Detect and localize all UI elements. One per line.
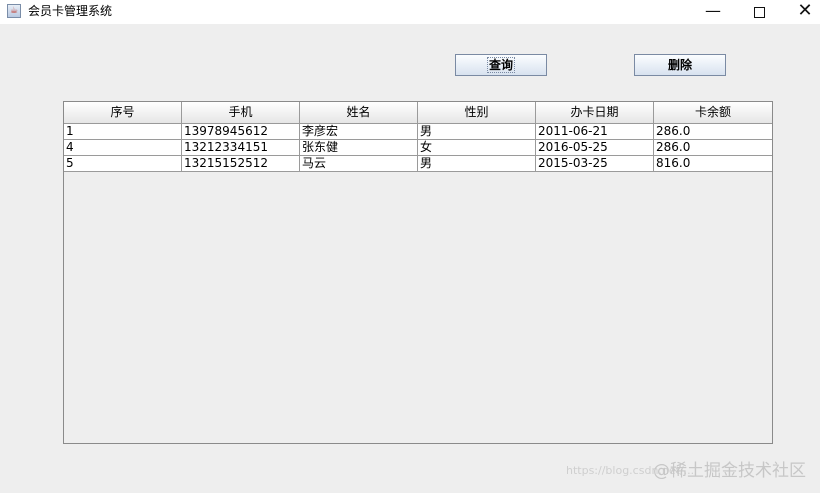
close-icon: ✕ [797, 0, 813, 21]
cell-id[interactable]: 4 [64, 140, 182, 156]
column-header-id[interactable]: 序号 [64, 102, 182, 124]
cell-phone[interactable]: 13978945612 [182, 124, 300, 140]
title-bar: ☕ 会员卡管理系统 — ✕ [0, 0, 820, 24]
column-header-name[interactable]: 姓名 [300, 102, 418, 124]
table-header: 序号 手机 姓名 性别 办卡日期 卡余额 [64, 102, 772, 124]
cell-phone[interactable]: 13215152512 [182, 156, 300, 172]
column-header-balance[interactable]: 卡余额 [654, 102, 772, 124]
table-row[interactable]: 1 13978945612 李彦宏 男 2011-06-21 286.0 [64, 124, 772, 140]
column-header-date[interactable]: 办卡日期 [536, 102, 654, 124]
cell-name[interactable]: 李彦宏 [300, 124, 418, 140]
close-button[interactable]: ✕ [782, 0, 820, 24]
maximize-button[interactable] [736, 0, 782, 24]
cell-name[interactable]: 马云 [300, 156, 418, 172]
cell-gender[interactable]: 女 [418, 140, 536, 156]
cell-date[interactable]: 2015-03-25 [536, 156, 654, 172]
window-title: 会员卡管理系统 [28, 4, 113, 18]
java-app-icon: ☕ [7, 4, 21, 18]
query-button[interactable]: 查询 [455, 54, 547, 76]
delete-button[interactable]: 删除 [634, 54, 726, 76]
cell-date[interactable]: 2016-05-25 [536, 140, 654, 156]
watermark: @稀土掘金技术社区 [653, 461, 806, 481]
query-button-label: 查询 [486, 57, 515, 73]
table-body: 1 13978945612 李彦宏 男 2011-06-21 286.0 4 1… [64, 124, 772, 172]
column-header-gender[interactable]: 性别 [418, 102, 536, 124]
cell-id[interactable]: 5 [64, 156, 182, 172]
maximize-icon [753, 7, 765, 18]
cell-name[interactable]: 张东健 [300, 140, 418, 156]
cell-id[interactable]: 1 [64, 124, 182, 140]
table-row[interactable]: 5 13215152512 马云 男 2015-03-25 816.0 [64, 156, 772, 172]
table-row[interactable]: 4 13212334151 张东健 女 2016-05-25 286.0 [64, 140, 772, 156]
member-table[interactable]: 序号 手机 姓名 性别 办卡日期 卡余额 1 13978945612 李彦宏 男… [63, 101, 773, 444]
column-header-phone[interactable]: 手机 [182, 102, 300, 124]
cell-balance[interactable]: 816.0 [654, 156, 772, 172]
cell-balance[interactable]: 286.0 [654, 140, 772, 156]
cell-date[interactable]: 2011-06-21 [536, 124, 654, 140]
cell-gender[interactable]: 男 [418, 156, 536, 172]
cell-gender[interactable]: 男 [418, 124, 536, 140]
delete-button-label: 删除 [667, 58, 692, 72]
minimize-button[interactable]: — [690, 0, 736, 24]
cell-phone[interactable]: 13212334151 [182, 140, 300, 156]
minimize-icon: — [705, 1, 721, 20]
cell-balance[interactable]: 286.0 [654, 124, 772, 140]
